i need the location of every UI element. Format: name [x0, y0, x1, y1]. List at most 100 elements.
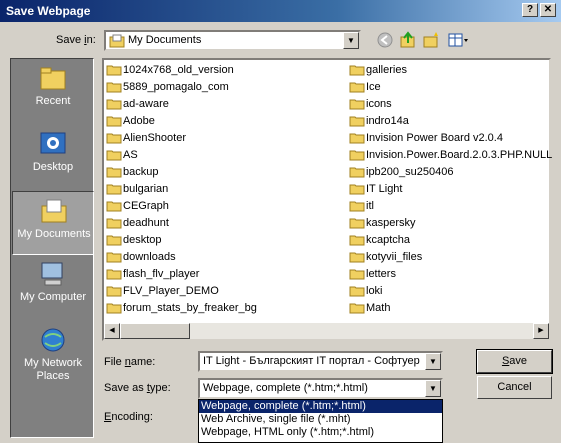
place-recent[interactable]: Recent	[12, 59, 94, 123]
folder-icon	[106, 218, 122, 229]
file-name: FLV_Player_DEMO	[123, 285, 219, 297]
file-name: 5889_pomagalo_com	[123, 81, 229, 93]
title-bar: Save Webpage ? ✕	[0, 0, 561, 22]
file-name: kotyvii_files	[366, 251, 423, 263]
folder-icon	[349, 269, 365, 280]
file-name: forum_stats_by_freaker_bg	[123, 302, 257, 314]
network-places-icon	[41, 328, 65, 352]
folder-icon	[349, 184, 365, 195]
folder-icon	[106, 303, 122, 314]
folder-icon	[106, 286, 122, 297]
file-name-label: File name:	[104, 356, 156, 368]
folder-icon	[106, 167, 122, 178]
save-as-type-select[interactable]: Webpage, complete (*.htm;*.html) ▼	[198, 378, 443, 399]
file-name: icons	[366, 98, 392, 110]
file-name: downloads	[123, 251, 176, 263]
save-as-type-label: Save as type:	[104, 382, 171, 394]
place-my-network-places[interactable]: My Network Places	[12, 321, 94, 393]
save-in-combo[interactable]: My Documents ▼	[104, 30, 361, 51]
file-name: desktop	[123, 234, 162, 246]
folder-icon	[106, 269, 122, 280]
file-name: IT Light	[366, 183, 403, 195]
file-name: ipb200_su250406	[366, 166, 454, 178]
my-computer-icon	[41, 262, 63, 286]
recent-icon	[40, 67, 66, 90]
chevron-down-icon[interactable]: ▼	[343, 32, 359, 49]
back-icon[interactable]	[376, 31, 394, 49]
views-menu-icon[interactable]	[448, 31, 470, 49]
file-name: backup	[123, 166, 159, 178]
folder-icon	[349, 286, 365, 297]
folder-icon	[106, 99, 122, 110]
file-name: AS	[123, 149, 138, 161]
folder-icon	[349, 82, 365, 93]
folder-icon	[106, 116, 122, 127]
scroll-left-icon[interactable]: ◀	[104, 323, 120, 339]
file-name: itl	[366, 200, 374, 212]
save-as-type-value: Webpage, complete (*.htm;*.html)	[203, 382, 368, 394]
folder-icon	[349, 252, 365, 263]
folder-icon	[349, 167, 365, 178]
file-name: kcaptcha	[366, 234, 411, 246]
folder-icon	[106, 150, 122, 161]
save-as-type-dropdown[interactable]: Webpage, complete (*.htm;*.html) Web Arc…	[198, 399, 443, 443]
my-documents-icon	[109, 34, 125, 48]
file-name: AlienShooter	[123, 132, 186, 144]
folder-icon	[349, 150, 365, 161]
file-name: 1024x768_old_version	[123, 64, 234, 76]
folder-icon	[349, 133, 365, 144]
new-folder-icon[interactable]	[423, 31, 441, 49]
folder-icon	[349, 116, 365, 127]
file-name: CEGraph	[123, 200, 169, 212]
up-folder-icon[interactable]	[399, 31, 417, 49]
folder-icon	[106, 133, 122, 144]
file-list[interactable]: 1024x768_old_version 5889_pomagalo_com ad-…	[102, 58, 553, 341]
file-name: bulgarian	[123, 183, 169, 195]
file-name: Invision.Power.Board.2.0.3.PHP.NULL	[366, 149, 553, 161]
places-bar: Recent Desktop My Documents My Computer …	[10, 58, 94, 438]
file-name: kaspersky	[366, 217, 416, 229]
folder-icon	[349, 218, 365, 229]
file-name: flash_flv_player	[123, 268, 200, 280]
type-option[interactable]: Webpage, complete (*.htm;*.html)	[199, 400, 442, 413]
place-desktop[interactable]: Desktop	[12, 125, 94, 189]
file-name-input[interactable]: IT Light - Българският IT портал - Софту…	[198, 351, 443, 372]
file-name: Invision Power Board v2.0.4	[366, 132, 503, 144]
file-name: Ice	[366, 81, 381, 93]
cancel-button[interactable]: Cancel	[477, 376, 552, 399]
my-documents-icon	[41, 199, 67, 223]
folder-icon	[106, 65, 122, 76]
help-button[interactable]: ?	[522, 3, 538, 17]
window-title: Save Webpage	[6, 4, 91, 18]
place-my-documents[interactable]: My Documents	[12, 191, 94, 255]
folder-icon	[106, 184, 122, 195]
file-name: Adobe	[123, 115, 155, 127]
file-name: galleries	[366, 64, 407, 76]
encoding-label: Encoding:	[104, 411, 153, 423]
folder-icon	[349, 235, 365, 246]
file-name-value: IT Light - Българският IT портал - Софту…	[203, 355, 420, 367]
folder-icon	[349, 65, 365, 76]
folder-icon	[349, 99, 365, 110]
folder-icon	[106, 82, 122, 93]
place-my-computer[interactable]: My Computer	[12, 255, 94, 319]
type-option[interactable]: Web Archive, single file (*.mht)	[199, 413, 442, 426]
folder-icon	[106, 235, 122, 246]
file-name: indro14a	[366, 115, 409, 127]
folder-icon	[106, 201, 122, 212]
folder-icon	[349, 303, 365, 314]
file-name: ad-aware	[123, 98, 169, 110]
desktop-icon	[40, 132, 66, 154]
folder-icon	[106, 252, 122, 263]
chevron-down-icon[interactable]: ▼	[425, 353, 441, 370]
close-button[interactable]: ✕	[540, 3, 556, 17]
save-button[interactable]: Save	[476, 349, 553, 374]
file-name: deadhunt	[123, 217, 169, 229]
chevron-down-icon[interactable]: ▼	[425, 380, 441, 397]
file-name: letters	[366, 268, 396, 280]
scroll-thumb[interactable]	[120, 323, 190, 339]
horizontal-scrollbar[interactable]: ◀ ▶	[104, 323, 549, 339]
file-name: loki	[366, 285, 383, 297]
scroll-right-icon[interactable]: ▶	[533, 323, 549, 339]
type-option[interactable]: Webpage, HTML only (*.htm;*.html)	[199, 426, 442, 439]
